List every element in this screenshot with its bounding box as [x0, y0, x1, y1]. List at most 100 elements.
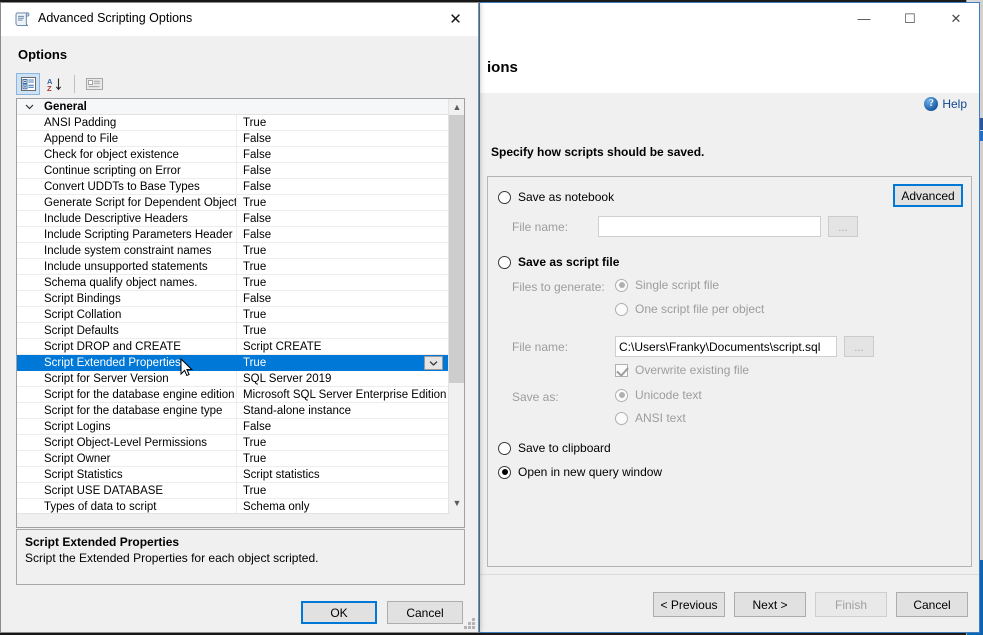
grid-property-value[interactable]: SQL Server 2019: [237, 373, 464, 385]
grid-horizontal-scrollbar[interactable]: [17, 513, 450, 527]
grid-property-value[interactable]: False: [237, 293, 464, 305]
grid-property-value[interactable]: False: [237, 133, 464, 145]
grid-property-row[interactable]: Script for Server VersionSQL Server 2019: [17, 371, 464, 387]
minimize-button[interactable]: —: [841, 3, 887, 33]
grid-property-value[interactable]: Stand-alone instance: [237, 405, 464, 417]
cancel-button-label: Cancel: [406, 606, 443, 620]
grid-property-row[interactable]: Script DROP and CREATEScript CREATE: [17, 339, 464, 355]
radio-unicode-text[interactable]: Unicode text: [615, 388, 702, 402]
dialog-title-bar: Advanced Scripting Options ✕: [1, 3, 478, 37]
grid-property-row[interactable]: Continue scripting on ErrorFalse: [17, 163, 464, 179]
grid-property-row[interactable]: Schema qualify object names.True: [17, 275, 464, 291]
radio-ansi-text[interactable]: ANSI text: [615, 411, 686, 425]
grid-property-value[interactable]: Microsoft SQL Server Enterprise Edition: [237, 389, 464, 401]
grid-property-row[interactable]: Check for object existenceFalse: [17, 147, 464, 163]
grid-property-row[interactable]: Include Descriptive HeadersFalse: [17, 211, 464, 227]
finish-button-label: Finish: [835, 598, 867, 612]
property-grid-toolbar: A Z: [16, 71, 465, 97]
script-file-name-input[interactable]: C:\Users\Franky\Documents\script.sql: [615, 336, 837, 357]
radio-single-script-file[interactable]: Single script file: [615, 278, 719, 292]
scroll-up-arrow[interactable]: ▲: [449, 99, 465, 115]
radio-save-to-clipboard[interactable]: Save to clipboard: [498, 441, 611, 455]
wizard-cancel-button[interactable]: Cancel: [896, 592, 968, 617]
alphabetical-sort-button[interactable]: A Z: [43, 73, 67, 95]
grid-property-row[interactable]: Include unsupported statementsTrue: [17, 259, 464, 275]
chevron-down-icon: [25, 102, 34, 111]
checkbox-overwrite-existing-file[interactable]: Overwrite existing file: [615, 363, 749, 377]
help-link-label: Help: [942, 97, 967, 111]
properties-grid[interactable]: GeneralANSI PaddingTrueAppend to FileFal…: [16, 98, 465, 528]
resize-grip[interactable]: [463, 617, 475, 629]
next-button[interactable]: Next >: [734, 592, 806, 617]
grid-property-value[interactable]: True: [237, 453, 464, 465]
scroll-down-arrow[interactable]: ▼: [449, 495, 465, 511]
script-browse-label: ...: [854, 342, 863, 354]
grid-property-value[interactable]: Schema only: [237, 501, 464, 513]
grid-property-row[interactable]: Script BindingsFalse: [17, 291, 464, 307]
grid-property-name: Generate Script for Dependent Objects: [17, 197, 236, 209]
grid-property-value[interactable]: True: [237, 325, 464, 337]
grid-property-value[interactable]: False: [237, 213, 464, 225]
scrollbar-thumb[interactable]: [449, 115, 465, 383]
dialog-close-button[interactable]: ✕: [433, 3, 478, 35]
grid-property-row[interactable]: Convert UDDTs to Base TypesFalse: [17, 179, 464, 195]
grid-category-row[interactable]: General: [17, 99, 464, 115]
grid-property-row[interactable]: Script for the database engine typeStand…: [17, 403, 464, 419]
radio-open-in-new-query-window[interactable]: Open in new query window: [498, 465, 662, 479]
grid-property-value[interactable]: False: [237, 421, 464, 433]
grid-property-value[interactable]: False: [237, 229, 464, 241]
grid-property-value[interactable]: True: [237, 197, 464, 209]
minimize-icon: —: [858, 12, 871, 25]
grid-property-row[interactable]: Script for the database engine editionMi…: [17, 387, 464, 403]
grid-property-row[interactable]: Script USE DATABASETrue: [17, 483, 464, 499]
grid-property-row[interactable]: Generate Script for Dependent ObjectsTru…: [17, 195, 464, 211]
grid-property-row[interactable]: Script Object-Level PermissionsTrue: [17, 435, 464, 451]
radio-save-as-script-file[interactable]: Save as script file: [498, 255, 619, 269]
save-as-label: Save as:: [512, 390, 559, 404]
grid-property-row[interactable]: Script LoginsFalse: [17, 419, 464, 435]
close-button[interactable]: ✕: [933, 3, 979, 33]
script-browse-button[interactable]: ...: [844, 336, 874, 357]
grid-property-value[interactable]: False: [237, 165, 464, 177]
grid-property-row[interactable]: Include system constraint namesTrue: [17, 243, 464, 259]
grid-property-value[interactable]: True: [237, 277, 464, 289]
value-dropdown-button[interactable]: [424, 356, 443, 370]
grid-property-row[interactable]: ANSI PaddingTrue: [17, 115, 464, 131]
help-icon: ?: [924, 97, 938, 111]
cancel-button[interactable]: Cancel: [387, 601, 463, 624]
notebook-file-name-input[interactable]: [598, 216, 821, 237]
previous-button[interactable]: < Previous: [653, 592, 725, 617]
advanced-button[interactable]: Advanced: [893, 184, 963, 207]
grid-property-row[interactable]: Script Extended PropertiesTrue: [17, 355, 464, 371]
radio-one-script-file-per-object[interactable]: One script file per object: [615, 302, 764, 316]
radio-open-in-new-query-window-label: Open in new query window: [518, 465, 662, 479]
grid-property-value[interactable]: False: [237, 181, 464, 193]
grid-property-value[interactable]: Script CREATE: [237, 341, 464, 353]
grid-property-value[interactable]: True: [237, 261, 464, 273]
grid-property-row[interactable]: Script OwnerTrue: [17, 451, 464, 467]
grid-property-row[interactable]: Append to FileFalse: [17, 131, 464, 147]
grid-property-value[interactable]: False: [237, 149, 464, 161]
grid-property-value[interactable]: True: [237, 117, 464, 129]
maximize-button[interactable]: ☐: [887, 3, 933, 33]
grid-property-row[interactable]: Script StatisticsScript statistics: [17, 467, 464, 483]
dialog-action-buttons: OK Cancel: [301, 601, 463, 624]
grid-property-value[interactable]: Script statistics: [237, 469, 464, 481]
radio-save-as-notebook[interactable]: Save as notebook: [498, 190, 614, 204]
finish-button: Finish: [815, 592, 887, 617]
grid-property-name: Check for object existence: [17, 149, 236, 161]
grid-vertical-scrollbar[interactable]: ▲ ▼: [448, 99, 464, 527]
grid-property-value[interactable]: True: [237, 245, 464, 257]
grid-property-value[interactable]: True: [237, 485, 464, 497]
categorized-view-button[interactable]: [16, 73, 40, 95]
grid-property-row[interactable]: Include Scripting Parameters HeaderFalse: [17, 227, 464, 243]
ok-button[interactable]: OK: [301, 601, 377, 624]
notebook-browse-button[interactable]: ...: [828, 216, 858, 237]
grid-property-row[interactable]: Script CollationTrue: [17, 307, 464, 323]
grid-property-row[interactable]: Script DefaultsTrue: [17, 323, 464, 339]
radio-ansi-text-indicator: [615, 412, 628, 425]
help-link[interactable]: ? Help: [924, 97, 967, 111]
grid-property-value[interactable]: True: [237, 437, 464, 449]
grid-property-name: Script for the database engine type: [17, 405, 236, 417]
grid-property-value[interactable]: True: [237, 309, 464, 321]
